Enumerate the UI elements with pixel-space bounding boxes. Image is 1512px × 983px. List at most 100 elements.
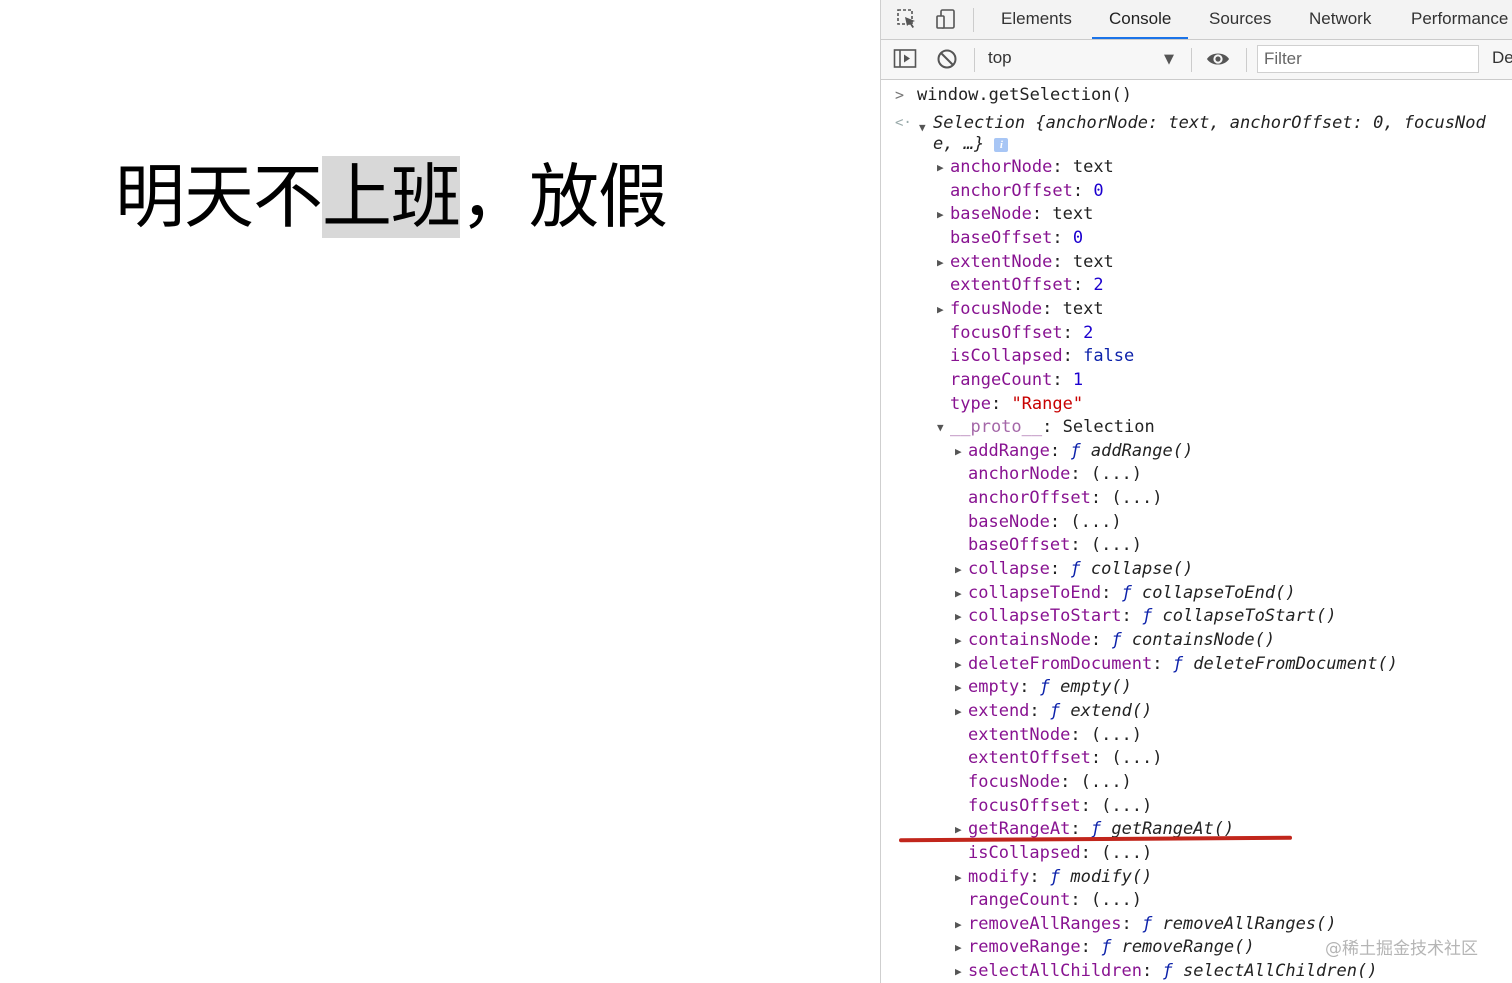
- property-value[interactable]: (...): [1091, 535, 1142, 555]
- property-key: rangeCount: [950, 369, 1053, 390]
- property-key: baseOffset: [968, 535, 1071, 556]
- property-row[interactable]: ▶ empty: ƒ empty(): [955, 676, 1132, 699]
- property-key: __proto__: [950, 417, 1043, 438]
- property-value[interactable]: (...): [1101, 843, 1152, 863]
- property-row[interactable]: ▶ removeRange: ƒ removeRange(): [955, 936, 1255, 959]
- property-row[interactable]: ▶ collapseToStart: ƒ collapseToStart(): [955, 605, 1337, 628]
- property-colon: :: [1042, 417, 1063, 438]
- expand-triangle-icon[interactable]: ▶: [955, 936, 968, 959]
- tab-elements[interactable]: Elements: [984, 0, 1089, 39]
- property-row[interactable]: ▶ anchorNode: text: [937, 156, 1114, 179]
- property-value[interactable]: (...): [1091, 890, 1142, 910]
- expand-triangle-icon[interactable]: ▶: [955, 700, 968, 723]
- property-value[interactable]: (...): [1081, 772, 1132, 792]
- context-dropdown-icon[interactable]: ▼: [1164, 52, 1174, 67]
- property-row: extentOffset: (...): [955, 747, 1163, 770]
- inspect-element-icon[interactable]: [895, 7, 919, 31]
- property-row[interactable]: ▶ containsNode: ƒ containsNode(): [955, 629, 1275, 652]
- expand-triangle-icon[interactable]: ▶: [955, 866, 968, 889]
- property-value[interactable]: (...): [1111, 488, 1162, 508]
- property-value[interactable]: (...): [1101, 796, 1152, 816]
- expand-triangle-icon[interactable]: ▶: [955, 960, 968, 983]
- property-colon: :: [1042, 298, 1063, 319]
- property-colon: :: [1070, 890, 1091, 911]
- property-value[interactable]: (...): [1111, 748, 1162, 768]
- result-arrow-icon: <·: [895, 115, 912, 131]
- expand-triangle-icon[interactable]: ▶: [937, 251, 950, 274]
- tab-performance[interactable]: Performance: [1394, 0, 1512, 39]
- expand-triangle-icon[interactable]: ▶: [955, 558, 968, 581]
- property-row[interactable]: ▶ extentNode: text: [937, 251, 1114, 274]
- property-colon: :: [1029, 866, 1050, 887]
- property-key: getRangeAt: [968, 819, 1071, 840]
- expand-triangle-icon[interactable]: ▶: [955, 582, 968, 605]
- info-icon[interactable]: i: [994, 138, 1009, 152]
- property-row[interactable]: ▶ extend: ƒ extend(): [955, 700, 1152, 723]
- function-marker: ƒ: [1142, 606, 1153, 627]
- collapse-triangle-icon[interactable]: ▼: [937, 416, 950, 439]
- property-value: 0: [1072, 227, 1084, 248]
- tab-network[interactable]: Network: [1292, 0, 1388, 39]
- selected-text[interactable]: 上班: [322, 156, 461, 238]
- property-row[interactable]: ▶ collapse: ƒ collapse(): [955, 558, 1193, 581]
- property-row[interactable]: ▶ deleteFromDocument: ƒ deleteFromDocumen…: [955, 653, 1398, 676]
- live-expression-eye-icon[interactable]: [1206, 47, 1230, 71]
- expand-triangle-icon[interactable]: ▶: [955, 629, 968, 652]
- property-colon: :: [1029, 700, 1050, 721]
- expand-triangle-icon[interactable]: ▶: [937, 298, 950, 321]
- toolbar-divider: [973, 8, 974, 32]
- context-selector[interactable]: top: [988, 48, 1012, 68]
- expand-triangle-icon[interactable]: ▶: [955, 440, 968, 463]
- property-value: 2: [1093, 275, 1104, 296]
- expand-triangle-icon[interactable]: ▶: [955, 913, 968, 936]
- show-sidebar-icon[interactable]: [893, 47, 917, 71]
- property-row: rangeCount: 1: [937, 369, 1083, 392]
- filter-input[interactable]: [1257, 45, 1479, 73]
- property-row[interactable]: ▶ collapseToEnd: ƒ collapseToEnd(): [955, 582, 1296, 605]
- function-marker: ƒ: [1070, 440, 1081, 461]
- property-row[interactable]: ▶ modify: ƒ modify(): [955, 866, 1152, 889]
- text-after-selection[interactable]: ，放假: [460, 156, 668, 238]
- property-value[interactable]: (...): [1070, 512, 1121, 532]
- property-colon: :: [1062, 322, 1084, 343]
- log-levels-dropdown[interactable]: De: [1492, 48, 1512, 68]
- page-paragraph[interactable]: 明天不上班，放假: [115, 148, 668, 246]
- expand-triangle-icon[interactable]: ▶: [955, 605, 968, 628]
- property-value[interactable]: (...): [1091, 725, 1142, 745]
- property-row[interactable]: ▶ removeAllRanges: ƒ removeAllRanges(): [955, 913, 1337, 936]
- expand-triangle-icon[interactable]: ▶: [955, 653, 968, 676]
- property-key: anchorNode: [968, 464, 1071, 485]
- property-row: isCollapsed: false: [937, 345, 1134, 368]
- property-row[interactable]: ▼ __proto__: Selection: [937, 416, 1155, 439]
- property-row[interactable]: ▶ focusNode: text: [937, 298, 1104, 321]
- expand-triangle-icon[interactable]: ▶: [937, 156, 950, 179]
- property-value: collapse(): [1090, 559, 1194, 580]
- tab-sources[interactable]: Sources: [1192, 0, 1288, 39]
- property-key: collapse: [968, 559, 1050, 580]
- property-key: collapseToStart: [968, 606, 1122, 627]
- property-value: 1: [1072, 369, 1084, 390]
- property-value[interactable]: (...): [1091, 464, 1142, 484]
- property-value: modify(): [1070, 866, 1153, 887]
- property-row[interactable]: ▶ baseNode: text: [937, 203, 1093, 226]
- property-value: collapseToStart(): [1162, 606, 1337, 627]
- property-value: Selection: [1062, 417, 1155, 438]
- expand-triangle-icon[interactable]: ▶: [937, 203, 950, 226]
- device-toolbar-icon[interactable]: [934, 7, 958, 31]
- clear-console-icon[interactable]: [935, 47, 959, 71]
- property-key: modify: [968, 866, 1030, 887]
- expand-triangle-icon[interactable]: ▶: [955, 676, 968, 699]
- property-key: removeAllRanges: [968, 913, 1122, 934]
- text-before-selection[interactable]: 明天不: [115, 156, 323, 238]
- property-colon: :: [1101, 582, 1122, 603]
- property-row[interactable]: ▶ selectAllChildren: ƒ selectAllChildren(…: [955, 960, 1377, 983]
- tab-console[interactable]: Console: [1092, 0, 1189, 39]
- property-value: containsNode(): [1131, 630, 1276, 650]
- expand-triangle-icon[interactable]: ▼: [919, 116, 926, 139]
- property-row: anchorNode: (...): [955, 463, 1142, 486]
- property-row[interactable]: ▶ addRange: ƒ addRange(): [955, 440, 1193, 463]
